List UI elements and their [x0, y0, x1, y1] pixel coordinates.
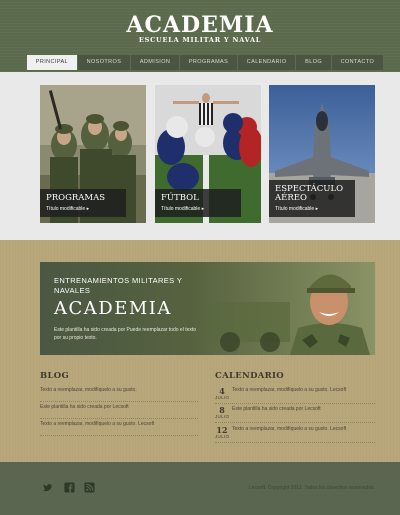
facebook-icon[interactable] — [64, 482, 75, 493]
twitter-icon[interactable] — [42, 482, 53, 493]
blog-item[interactable]: Texto a reemplazar, modifíquelo a su gus… — [40, 419, 198, 436]
hero-kicker: ENTRENAMIENTOS MILITARES Y NAVALES — [54, 276, 183, 295]
main-nav: PRINCIPAL NOSOTROS ADMISION PROGRAMAS CA… — [27, 55, 383, 70]
nav-item-calendario[interactable]: CALENDARIO — [238, 55, 297, 70]
calendar-item[interactable]: 8 JULIO Este plantilla ha sido creada po… — [215, 405, 375, 423]
calendar-month: JULIO — [215, 414, 230, 419]
calendar-month: JULIO — [215, 434, 230, 439]
site-logo-subtitle: ESCUELA MILITAR Y NAVAL — [138, 36, 262, 44]
feature-link[interactable]: Título modificable ▸ — [275, 206, 349, 212]
feature-title: ESPECTÁCULO AÉREO — [275, 184, 344, 203]
calendar-text: Texto a reemplazar, modifíquelo a su gus… — [232, 387, 347, 393]
calendar-text: Texto a reemplazar, modifíquelo a su gus… — [232, 426, 347, 432]
nav-item-blog[interactable]: BLOG — [296, 55, 332, 70]
nav-item-principal[interactable]: PRINCIPAL — [27, 55, 78, 70]
feature-caption: ESPECTÁCULO AÉREO Título modificable ▸ — [269, 180, 355, 217]
nav-item-nosotros[interactable]: NOSOTROS — [78, 55, 132, 70]
hero-text: Este plantilla ha sido creada por Puede … — [54, 327, 197, 341]
feature-caption: FÚTBOL Título modificable ▸ — [155, 189, 241, 217]
feature-link[interactable]: Título modificable ▸ — [46, 206, 120, 212]
hero-title: ACADEMIA — [54, 298, 172, 319]
nav-item-admision[interactable]: ADMISION — [131, 55, 181, 70]
feature-card-programas[interactable]: PROGRAMAS Título modificable ▸ — [40, 85, 146, 223]
blog-item[interactable]: Texto a reemplazar, modifíquelo a su gus… — [40, 385, 198, 402]
calendar-text: Este plantilla ha sido creada por Lecsof… — [232, 406, 321, 412]
feature-title: PROGRAMAS — [46, 193, 106, 203]
calendar-item[interactable]: 4 JULIO Texto a reemplazar, modifíquelo … — [215, 386, 375, 404]
hero-banner: ENTRENAMIENTOS MILITARES Y NAVALES ACADE… — [40, 262, 375, 355]
calendar-item[interactable]: 12 JULIO Texto a reemplazar, modifíquelo… — [215, 425, 375, 443]
nav-item-programas[interactable]: PROGRAMAS — [180, 55, 238, 70]
feature-band: PROGRAMAS Título modificable ▸ FÚTBOL Tí… — [0, 72, 400, 240]
site-logo-title[interactable]: ACADEMIA — [0, 12, 400, 38]
blog-item[interactable]: Este plantilla ha sido creada por Lecsof… — [40, 402, 198, 419]
feature-card-futbol[interactable]: FÚTBOL Título modificable ▸ — [155, 85, 261, 223]
rss-icon[interactable] — [84, 482, 95, 493]
calendar-month: JULIO — [215, 395, 230, 400]
feature-link[interactable]: Título modificable ▸ — [161, 206, 235, 212]
calendar-title: CALENDARIO — [215, 371, 284, 381]
feature-card-espectaculo-aereo[interactable]: ESPECTÁCULO AÉREO Título modificable ▸ — [269, 85, 375, 223]
blog-title: BLOG — [40, 371, 70, 381]
feature-title: FÚTBOL — [161, 193, 199, 203]
site-footer: Lecsoft. Copyright 2012. Todos los derec… — [0, 462, 400, 515]
copyright-text: Lecsoft. Copyright 2012. Todos los derec… — [248, 485, 375, 491]
nav-item-contacto[interactable]: CONTACTO — [332, 55, 383, 70]
feature-caption: PROGRAMAS Título modificable ▸ — [40, 189, 126, 217]
